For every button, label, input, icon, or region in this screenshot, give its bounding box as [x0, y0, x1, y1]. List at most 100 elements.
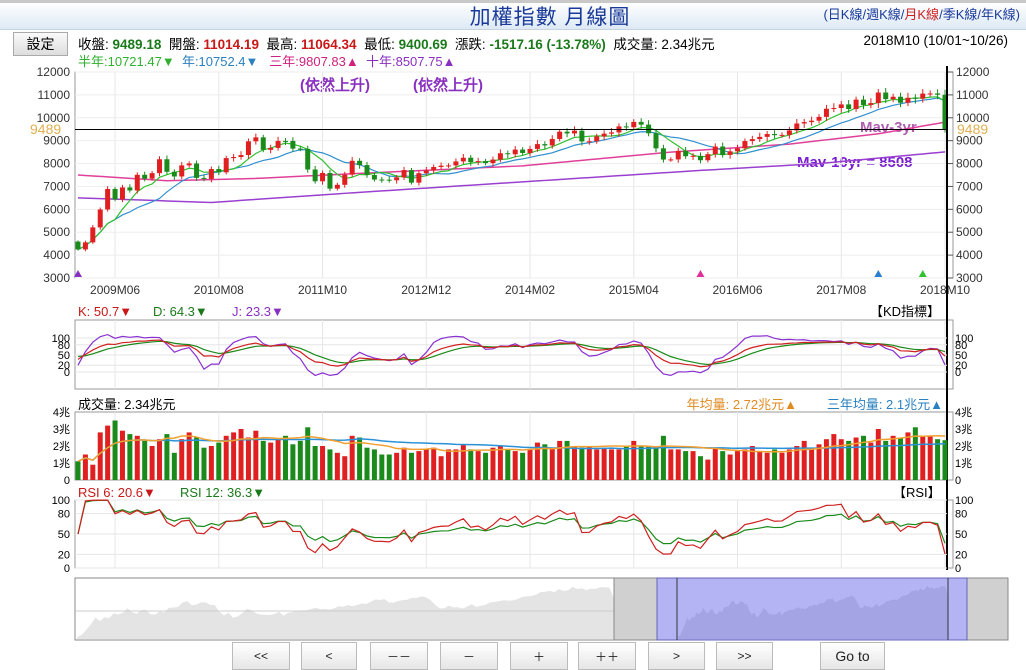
price-tick-right: 11000 [956, 88, 989, 102]
volume-bar [653, 447, 659, 480]
candle-body [475, 161, 481, 163]
prev-button[interactable]: < [301, 642, 357, 670]
rsi6-line [77, 499, 946, 555]
volume-tick-right: 2兆 [955, 440, 972, 453]
candle-body [735, 148, 741, 152]
candle-body [275, 140, 281, 148]
candle-body [446, 165, 452, 167]
volume-bar [905, 432, 911, 480]
rsi-tick-right: 50 [955, 529, 967, 541]
candle-body [82, 242, 88, 250]
candle-body [809, 120, 815, 123]
price-tick-left: 11000 [38, 88, 71, 102]
price-tick-right: 12000 [956, 65, 990, 79]
kd-tick-left: 100 [52, 333, 70, 345]
volume-bar [920, 435, 926, 480]
volume-bar [690, 451, 696, 480]
volume-bar [646, 446, 652, 480]
candle-body [631, 121, 637, 128]
candle-body [720, 146, 726, 155]
volume-bar [312, 446, 318, 480]
x-tick-label: 2009M06 [90, 283, 140, 297]
price-tick-left: 7000 [43, 179, 70, 193]
volume-bar [705, 459, 711, 480]
volume-bar [557, 440, 563, 480]
volume-bar [823, 439, 829, 480]
volume-bar [616, 449, 622, 480]
zoom-out-button[interactable]: － [440, 642, 498, 670]
volume-bar [245, 437, 251, 480]
volume-bar [527, 449, 533, 480]
volume-bar [764, 452, 770, 480]
volume-bar [364, 447, 370, 480]
candle-body [453, 161, 459, 166]
volume-bar [179, 439, 185, 480]
zoom-out-more-button[interactable]: －－ [370, 642, 428, 670]
volume-bar [379, 454, 385, 480]
volume-bar [660, 435, 666, 480]
zoom-in-more-button[interactable]: ＋＋ [578, 642, 636, 670]
volume-bar [460, 444, 466, 480]
volume-bar [446, 449, 452, 480]
volume-bar [594, 449, 600, 480]
candle-body [171, 171, 177, 177]
volume-bar [342, 456, 348, 480]
candle-body [394, 177, 400, 181]
goto-button[interactable]: Go to [820, 642, 885, 670]
volume-bar [497, 446, 503, 480]
volume-tick-left: 3兆 [53, 423, 70, 436]
last-button[interactable]: >> [716, 642, 773, 670]
volume-bar [549, 447, 555, 480]
candle-body [527, 148, 533, 153]
price-tick-left: 10000 [37, 111, 71, 125]
candle-body [712, 146, 718, 155]
volume-bar [290, 444, 296, 480]
volume-bar [320, 446, 326, 480]
volume-bar [416, 451, 422, 480]
volume-bar [194, 437, 200, 480]
volume-bar [157, 439, 163, 480]
next-button[interactable]: > [648, 642, 705, 670]
candle-body [927, 93, 933, 95]
candle-body [297, 148, 303, 150]
volume-bar [898, 437, 904, 480]
candle-body [697, 155, 703, 161]
rsi-title: 【RSI】 [893, 485, 941, 500]
volume-bar [468, 449, 474, 480]
year-avg-volume-line [77, 435, 946, 462]
volume-tick-left: 1兆 [53, 457, 70, 470]
volume-bar [490, 447, 496, 480]
volume-bar [327, 449, 333, 480]
volume-bar [505, 449, 511, 480]
volume-bar [112, 420, 118, 480]
chart-canvas[interactable]: (依然上升) (依然上升) Mav-3yr Mav-10yr = 8508 94… [0, 0, 1026, 667]
candle-body [801, 122, 807, 124]
rsi-tick-right: 80 [955, 509, 967, 521]
volume-bar [171, 452, 177, 480]
volume-bar [438, 456, 444, 480]
candle-body [75, 241, 81, 250]
zoom-in-button[interactable]: ＋ [510, 642, 568, 670]
ma6-line [77, 96, 946, 250]
price-tick-right: 10000 [956, 111, 990, 125]
candle-body [683, 150, 689, 157]
x-tick-label: 2011M10 [298, 283, 347, 297]
first-button[interactable]: << [232, 642, 290, 670]
rsi-tick-left: 50 [58, 529, 70, 541]
volume-legend: 成交量: 2.34兆元 [78, 397, 176, 412]
volume-bar [912, 427, 918, 480]
candle-body [705, 154, 711, 161]
rsi6-legend: RSI 6: 20.6▼ [78, 485, 156, 500]
volume-bar [216, 442, 222, 480]
volume-bar [164, 434, 170, 480]
volume-bar [297, 440, 303, 480]
volume-bar [935, 439, 941, 480]
volume-tick-left: 0 [64, 475, 70, 487]
volume-tick-right: 0 [955, 475, 961, 487]
annotation-mav3: Mav-3yr [860, 119, 917, 136]
candle-body [238, 155, 244, 157]
price-tick-left: 5000 [43, 225, 70, 239]
ma12-line [77, 97, 946, 250]
candle-body [594, 136, 600, 142]
volume-bar [260, 440, 266, 480]
